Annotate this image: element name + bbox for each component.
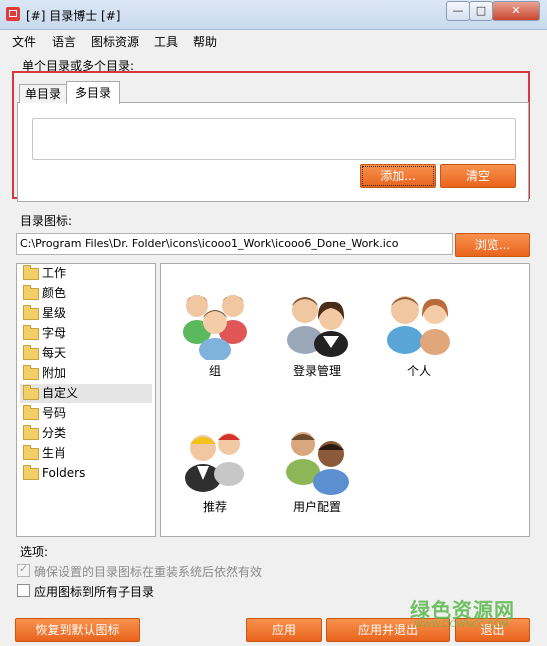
icon-label-recommend: 推荐 — [202, 500, 227, 514]
folder-icon — [23, 445, 39, 460]
close-button[interactable]: ✕ — [492, 1, 540, 21]
tab-single-dir[interactable]: 单目录 — [19, 84, 67, 103]
user-admin-icon — [287, 297, 348, 357]
workers-icon — [185, 433, 244, 492]
menu-icon-resources[interactable]: 图标资源 — [91, 33, 139, 50]
watermark-logo: 绿色资源网 — [410, 598, 515, 622]
folder-icon — [23, 285, 39, 300]
keep-after-reinstall-checkbox[interactable] — [17, 562, 30, 577]
person-icon — [387, 296, 450, 355]
folder-icon — [23, 325, 39, 340]
menu-bar: 文件 语言 图标资源 工具 帮助 — [0, 30, 547, 50]
icon-label-user-config: 用户配置 — [292, 500, 341, 514]
icon-item-recommend[interactable]: 推荐 — [167, 402, 263, 520]
keep-after-reinstall-label: 确保设置的目录图标在重装系统后依然有效 — [34, 565, 263, 579]
tree-item[interactable]: 分类 — [20, 424, 152, 443]
menu-tools[interactable]: 工具 — [154, 33, 178, 50]
icon-path-input[interactable]: C:\Program Files\Dr. Folder\icons\icooo1… — [16, 233, 453, 255]
apply-subfolders-checkbox[interactable] — [17, 584, 30, 597]
tree-item[interactable]: 生肖 — [20, 444, 152, 463]
add-button[interactable]: 添加... — [360, 164, 436, 188]
tree-item[interactable]: 颜色 — [20, 284, 152, 303]
tree-item[interactable]: Folders — [20, 464, 152, 483]
app-icon — [6, 7, 20, 21]
tree-item[interactable]: 附加 — [20, 364, 152, 383]
menu-language[interactable]: 语言 — [52, 33, 76, 50]
options-label: 选项: — [20, 545, 49, 559]
icon-item-login-management[interactable]: 登录管理 — [269, 266, 365, 384]
apply-button[interactable]: 应用 — [246, 618, 322, 642]
folder-icon — [23, 425, 39, 440]
clear-button[interactable]: 清空 — [440, 164, 516, 188]
tab-multi-dir[interactable]: 多目录 — [66, 81, 120, 104]
tree-item[interactable]: 字母 — [20, 324, 152, 343]
tree-item[interactable]: 星级 — [20, 304, 152, 323]
group-icon — [183, 295, 247, 360]
tree-item[interactable]: 号码 — [20, 404, 152, 423]
minimize-button[interactable]: — — [446, 1, 470, 21]
title-bar: [#] 目录博士 [#] — □ ✕ — [0, 0, 547, 30]
icon-label-login-management: 登录管理 — [292, 364, 341, 378]
browse-button[interactable]: 浏览... — [455, 233, 530, 257]
restore-default-button[interactable]: 恢复到默认图标 — [15, 618, 140, 642]
folder-icon — [23, 465, 39, 480]
menu-help[interactable]: 帮助 — [193, 33, 217, 50]
icon-label-group: 组 — [208, 364, 221, 378]
icon-label: 目录图标: — [20, 214, 73, 228]
watermark-url: WWW.DOWNCC.COM — [414, 620, 509, 630]
menu-file[interactable]: 文件 — [12, 33, 36, 50]
tree-item[interactable]: 每天 — [20, 344, 152, 363]
users-config-icon — [286, 432, 349, 495]
icon-label-personal: 个人 — [406, 364, 431, 378]
icon-item-user-config[interactable]: 用户配置 — [269, 402, 365, 520]
folder-icon — [23, 365, 39, 380]
folder-icon — [23, 345, 39, 360]
tree-item[interactable]: 工作 — [20, 264, 152, 283]
folder-icon — [23, 405, 39, 420]
category-tree[interactable]: 工作 颜色 星级 字母 每天 附加 自定义 号码 分类 生肖 Folders — [16, 263, 156, 537]
folder-icon — [23, 265, 39, 280]
folder-icon — [23, 305, 39, 320]
window-title: [#] 目录博士 [#] — [26, 9, 121, 23]
directory-list[interactable] — [32, 118, 516, 160]
folder-icon — [23, 385, 39, 400]
icon-grid[interactable]: 组 登录管理 个人 推荐 用户配置 — [160, 263, 530, 537]
icon-item-group[interactable]: 组 — [167, 266, 263, 384]
icon-item-personal[interactable]: 个人 — [371, 266, 467, 384]
maximize-button[interactable]: □ — [469, 1, 493, 21]
tree-item-selected[interactable]: 自定义 — [20, 384, 152, 403]
apply-subfolders-label: 应用图标到所有子目录 — [34, 585, 155, 599]
